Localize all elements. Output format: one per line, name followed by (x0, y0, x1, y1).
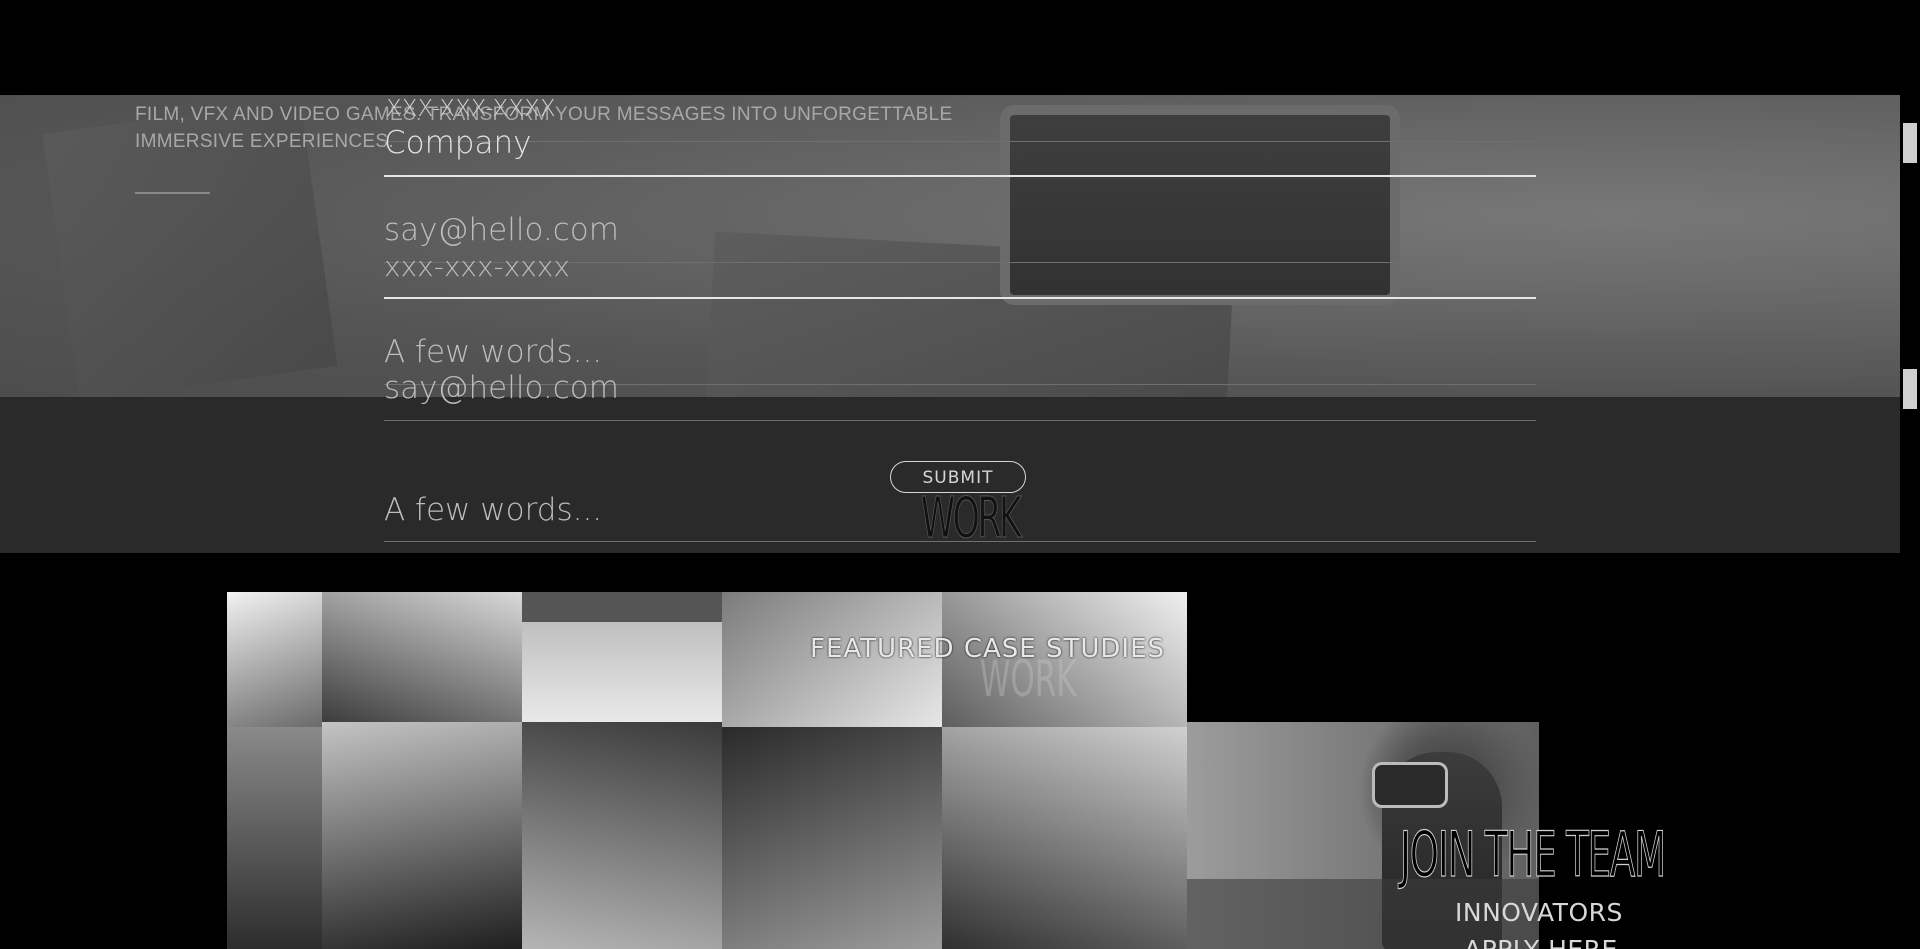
collage-tile (722, 727, 942, 949)
scrollbar-thumb[interactable] (1903, 123, 1917, 163)
collage-tile (227, 592, 322, 727)
email-field-ghost: say@hello.com (384, 370, 619, 406)
collage-tile (322, 722, 522, 949)
innovators-label: INNOVATORS (1455, 898, 1623, 927)
apply-here-link[interactable]: APPLY HERE (1464, 935, 1618, 949)
hero-divider (135, 192, 210, 194)
page: FILM, VFX AND VIDEO GAMES. TRANSFORM YOU… (0, 0, 1920, 949)
collage-tile (522, 622, 722, 722)
phone-field-ghost: XXX-XXX-XXXX (386, 96, 556, 122)
join-team-title: JOIN THE TEAM (1400, 817, 1667, 891)
collage-tile (942, 727, 1187, 949)
collage-tile (322, 592, 522, 722)
company-field[interactable]: Company (384, 125, 1536, 161)
vr-headset-icon (1372, 762, 1448, 808)
company-field-underline (384, 175, 1536, 177)
work-section-title: WORK (920, 486, 1022, 552)
phone-field-underline (384, 297, 1536, 299)
email-field[interactable]: say@hello.com (384, 212, 1536, 248)
scrollbar-thumb[interactable] (1903, 369, 1917, 409)
message-field[interactable]: A few words... (384, 334, 1536, 370)
collage-tile (227, 727, 322, 949)
phone-field[interactable]: xxx-xxx-xxxx (384, 250, 1536, 283)
field-underline (384, 420, 1536, 421)
work-ghost-title: WORK (979, 650, 1077, 708)
collage-tile (522, 722, 722, 949)
